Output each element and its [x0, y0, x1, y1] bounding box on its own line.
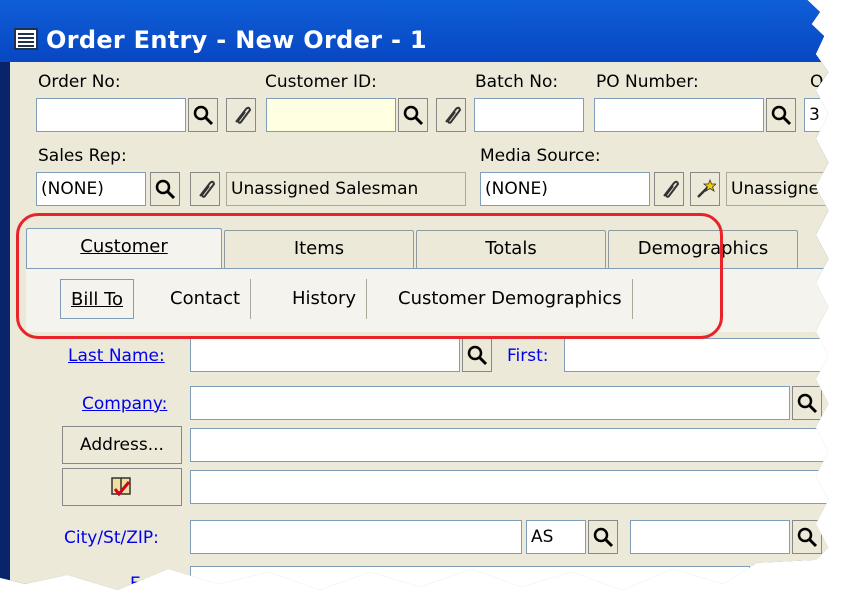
- subtab-label: Contact: [170, 288, 241, 309]
- email-input[interactable]: [190, 566, 750, 590]
- bill-to-panel: [26, 332, 829, 590]
- customer-search-button[interactable]: [398, 98, 428, 132]
- batch-no-input[interactable]: [474, 98, 584, 132]
- last-name-input[interactable]: [190, 338, 460, 372]
- media-source-input[interactable]: (NONE): [480, 172, 650, 206]
- magnifier-icon: [757, 573, 778, 590]
- customer-attach-button[interactable]: [436, 98, 466, 132]
- subtab-customer-demographics[interactable]: Customer Demographics: [388, 279, 633, 319]
- city-input[interactable]: [190, 520, 522, 554]
- magnifier-icon: [771, 105, 792, 126]
- media-source-label: Media Source:: [480, 146, 601, 166]
- ord-input[interactable]: 3: [804, 98, 829, 132]
- city-state-zip-label[interactable]: City/St/ZIP:: [64, 528, 159, 548]
- subtab-label: Customer Demographics: [398, 288, 622, 309]
- paperclip-icon: [235, 106, 252, 124]
- email-search-button[interactable]: [752, 566, 782, 590]
- last-name-search-button[interactable]: [462, 338, 492, 372]
- order-no-label: Order No:: [38, 72, 121, 92]
- tab-label: Customer: [80, 236, 168, 257]
- magnifier-icon: [155, 179, 176, 200]
- first-name-input[interactable]: [564, 338, 829, 372]
- magnifier-icon: [193, 105, 214, 126]
- form-icon: [14, 28, 38, 50]
- magnifier-icon: [467, 345, 488, 366]
- address-button-label: Address...: [80, 435, 164, 455]
- magnifier-icon: [797, 527, 818, 548]
- client-area: Order No: Customer ID: Batch No: PO Numb…: [10, 62, 841, 590]
- sales-rep-attach-button[interactable]: [190, 172, 220, 206]
- address-book-button[interactable]: [62, 468, 182, 506]
- tab-items[interactable]: Items: [224, 230, 414, 268]
- sales-rep-search-button[interactable]: [150, 172, 180, 206]
- address-line2-input[interactable]: [190, 470, 829, 504]
- email-icon: [792, 576, 810, 590]
- state-search-button[interactable]: [588, 520, 618, 554]
- email-send-button[interactable]: [786, 566, 816, 590]
- tab-label: Demographics: [637, 238, 769, 259]
- po-search-button[interactable]: [766, 98, 796, 132]
- media-wand-button[interactable]: [690, 172, 720, 206]
- last-name-label[interactable]: Last Name:: [68, 346, 165, 366]
- magic-wand-icon: [697, 178, 716, 198]
- order-entry-window: Order Entry - New Order - 1 Order No: Cu…: [0, 0, 841, 590]
- title-bar[interactable]: Order Entry - New Order - 1: [0, 0, 829, 62]
- order-attach-button[interactable]: [226, 98, 256, 132]
- company-input[interactable]: [190, 386, 790, 420]
- sales-rep-name: Unassigned Salesman: [226, 172, 466, 206]
- magnifier-icon: [403, 105, 424, 126]
- first-name-label[interactable]: First:: [507, 346, 549, 366]
- subtab-label: Bill To: [71, 289, 124, 310]
- company-label[interactable]: Company:: [82, 394, 167, 414]
- email-label[interactable]: Email:: [130, 574, 183, 590]
- paperclip-icon: [445, 106, 462, 124]
- zip-search-button[interactable]: [792, 520, 822, 554]
- tab-label: Totals: [485, 238, 537, 259]
- subtab-label: History: [292, 288, 357, 309]
- sales-rep-input[interactable]: (NONE): [36, 172, 146, 206]
- order-search-button[interactable]: [188, 98, 218, 132]
- company-search-button[interactable]: [792, 386, 822, 420]
- tab-demographics[interactable]: Demographics: [608, 230, 798, 268]
- address-book-check-icon: [111, 477, 131, 497]
- state-input[interactable]: AS: [526, 520, 586, 554]
- magnifier-icon: [797, 393, 818, 414]
- subtab-bill-to[interactable]: Bill To: [60, 279, 135, 319]
- paperclip-icon: [663, 180, 680, 198]
- tab-customer[interactable]: Customer: [26, 228, 222, 270]
- address-line1-input[interactable]: [190, 428, 829, 462]
- po-number-label: PO Number:: [596, 72, 699, 92]
- magnifier-icon: [593, 527, 614, 548]
- address-button[interactable]: Address...: [62, 426, 182, 464]
- tab-label: Items: [293, 238, 345, 259]
- tab-totals[interactable]: Totals: [416, 230, 606, 268]
- subtab-history[interactable]: History: [282, 279, 368, 319]
- media-attach-button[interactable]: [654, 172, 684, 206]
- paperclip-icon: [199, 180, 216, 198]
- subtab-bar: Bill To Contact History Customer Demogra…: [26, 268, 829, 333]
- customer-id-label: Customer ID:: [265, 72, 377, 92]
- subtab-contact[interactable]: Contact: [160, 279, 252, 319]
- window-title: Order Entry - New Order - 1: [46, 26, 427, 54]
- order-no-input[interactable]: [36, 98, 186, 132]
- po-number-input[interactable]: [594, 98, 764, 132]
- zip-input[interactable]: [630, 520, 790, 554]
- customer-id-input[interactable]: [266, 98, 396, 132]
- media-source-name: Unassigne: [726, 172, 829, 206]
- ord-label: Ord: [810, 72, 841, 92]
- batch-no-label: Batch No:: [475, 72, 559, 92]
- sales-rep-label: Sales Rep:: [38, 146, 127, 166]
